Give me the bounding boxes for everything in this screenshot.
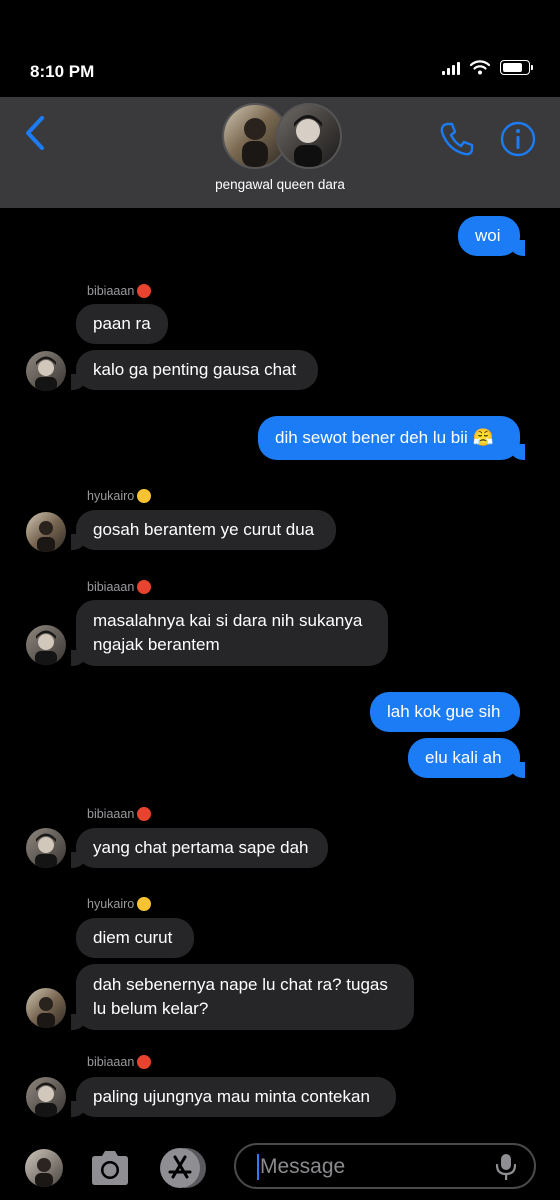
avatar[interactable] [26, 512, 66, 552]
message-text: masalahnya kai si dara nih sukanya [93, 611, 363, 630]
avatar[interactable] [26, 988, 66, 1028]
person-silhouette-icon [37, 997, 55, 1028]
text-cursor [257, 1154, 259, 1180]
message-text: lah kok gue sih [387, 702, 501, 721]
avatar[interactable] [26, 1077, 66, 1117]
message-text: paling ujungnya mau minta contekan [93, 1087, 370, 1106]
message-bubble-incoming[interactable]: dah sebenernya nape lu chat ra? tugas lu… [71, 964, 414, 1030]
group-avatar-2 [276, 103, 342, 169]
message-bubble-outgoing[interactable]: elu kali ah [408, 738, 525, 778]
person-silhouette-icon [37, 521, 55, 552]
dizzy-face-icon [137, 489, 152, 503]
dizzy-face-icon [137, 897, 152, 911]
message-text: gosah berantem ye curut dua [93, 520, 315, 539]
message-bubble-incoming[interactable]: diem curut [76, 918, 194, 958]
angry-face-icon [137, 580, 152, 594]
message-text: yang chat pertama sape dah [93, 838, 309, 857]
app-store-icon [168, 1155, 192, 1179]
sender-name: bibiaaan [87, 284, 152, 298]
message-input-field[interactable] [234, 1143, 536, 1189]
avatar[interactable] [26, 828, 66, 868]
message-text: woi [475, 226, 501, 245]
angry-face-icon [137, 284, 152, 298]
camera-icon[interactable] [88, 1150, 132, 1186]
message-bubble-incoming[interactable]: paling ujungnya mau minta contekan [71, 1077, 396, 1117]
message-text: ngajak berantem [93, 635, 220, 654]
back-chevron-icon[interactable] [18, 113, 52, 153]
avatar[interactable] [26, 625, 66, 665]
person-silhouette-icon [35, 356, 57, 391]
info-icon[interactable] [498, 119, 538, 159]
message-bubble-outgoing[interactable]: woi [458, 216, 525, 256]
message-bubble-incoming[interactable]: gosah berantem ye curut dua [71, 510, 336, 550]
message-text: kalo ga penting gausa chat [93, 360, 297, 379]
group-name[interactable]: pengawal queen dara [0, 177, 560, 192]
angry-face-icon [137, 807, 152, 821]
message-list[interactable]: woi bibiaaan paan ra kalo ga penting gau… [0, 208, 560, 1133]
message-bubble-outgoing[interactable]: dih sewot bener deh lu bii 😤 [258, 416, 525, 460]
person-silhouette-icon [35, 833, 57, 868]
angry-face-icon [137, 1055, 152, 1069]
status-bar: 8:10 PM [0, 0, 560, 96]
status-icons [442, 60, 533, 75]
status-time: 8:10 PM [30, 62, 95, 81]
sender-name: bibiaaan [87, 1055, 152, 1069]
message-input[interactable] [260, 1153, 480, 1181]
battery-icon [500, 60, 533, 75]
sender-name: bibiaaan [87, 580, 152, 594]
memoji-avatar-button[interactable] [25, 1149, 63, 1187]
person-silhouette-icon [35, 1082, 57, 1117]
wifi-icon [470, 60, 490, 75]
cellular-signal-icon [442, 61, 460, 75]
message-text: paan ra [93, 314, 151, 333]
group-avatars[interactable] [222, 101, 342, 169]
message-text: dah sebenernya nape lu chat ra? tugas [93, 975, 388, 994]
person-silhouette-icon [294, 115, 322, 167]
message-text: dih sewot bener deh lu bii 😤 [275, 428, 494, 447]
message-bubble-incoming[interactable]: kalo ga penting gausa chat [71, 350, 318, 390]
message-text: elu kali ah [425, 748, 502, 767]
message-bubble-outgoing[interactable]: lah kok gue sih [370, 692, 520, 732]
message-bubble-incoming[interactable]: masalahnya kai si dara nih sukanya ngaja… [71, 600, 388, 666]
compose-toolbar [0, 1134, 560, 1200]
avatar[interactable] [26, 351, 66, 391]
message-text: diem curut [93, 928, 173, 947]
person-silhouette-icon [35, 1158, 53, 1187]
sender-name: hyukairo [87, 489, 152, 503]
battery-level [503, 63, 522, 72]
microphone-icon[interactable] [492, 1152, 520, 1182]
message-bubble-incoming[interactable]: yang chat pertama sape dah [71, 828, 328, 868]
message-text: lu belum kelar? [93, 999, 209, 1018]
sender-name: bibiaaan [87, 807, 152, 821]
message-bubble-incoming[interactable]: paan ra [76, 304, 168, 344]
phone-icon[interactable] [436, 119, 476, 159]
conversation-header: pengawal queen dara [0, 97, 560, 208]
sender-name: hyukairo [87, 897, 152, 911]
person-silhouette-icon [35, 630, 57, 665]
app-store-button[interactable] [160, 1148, 206, 1188]
